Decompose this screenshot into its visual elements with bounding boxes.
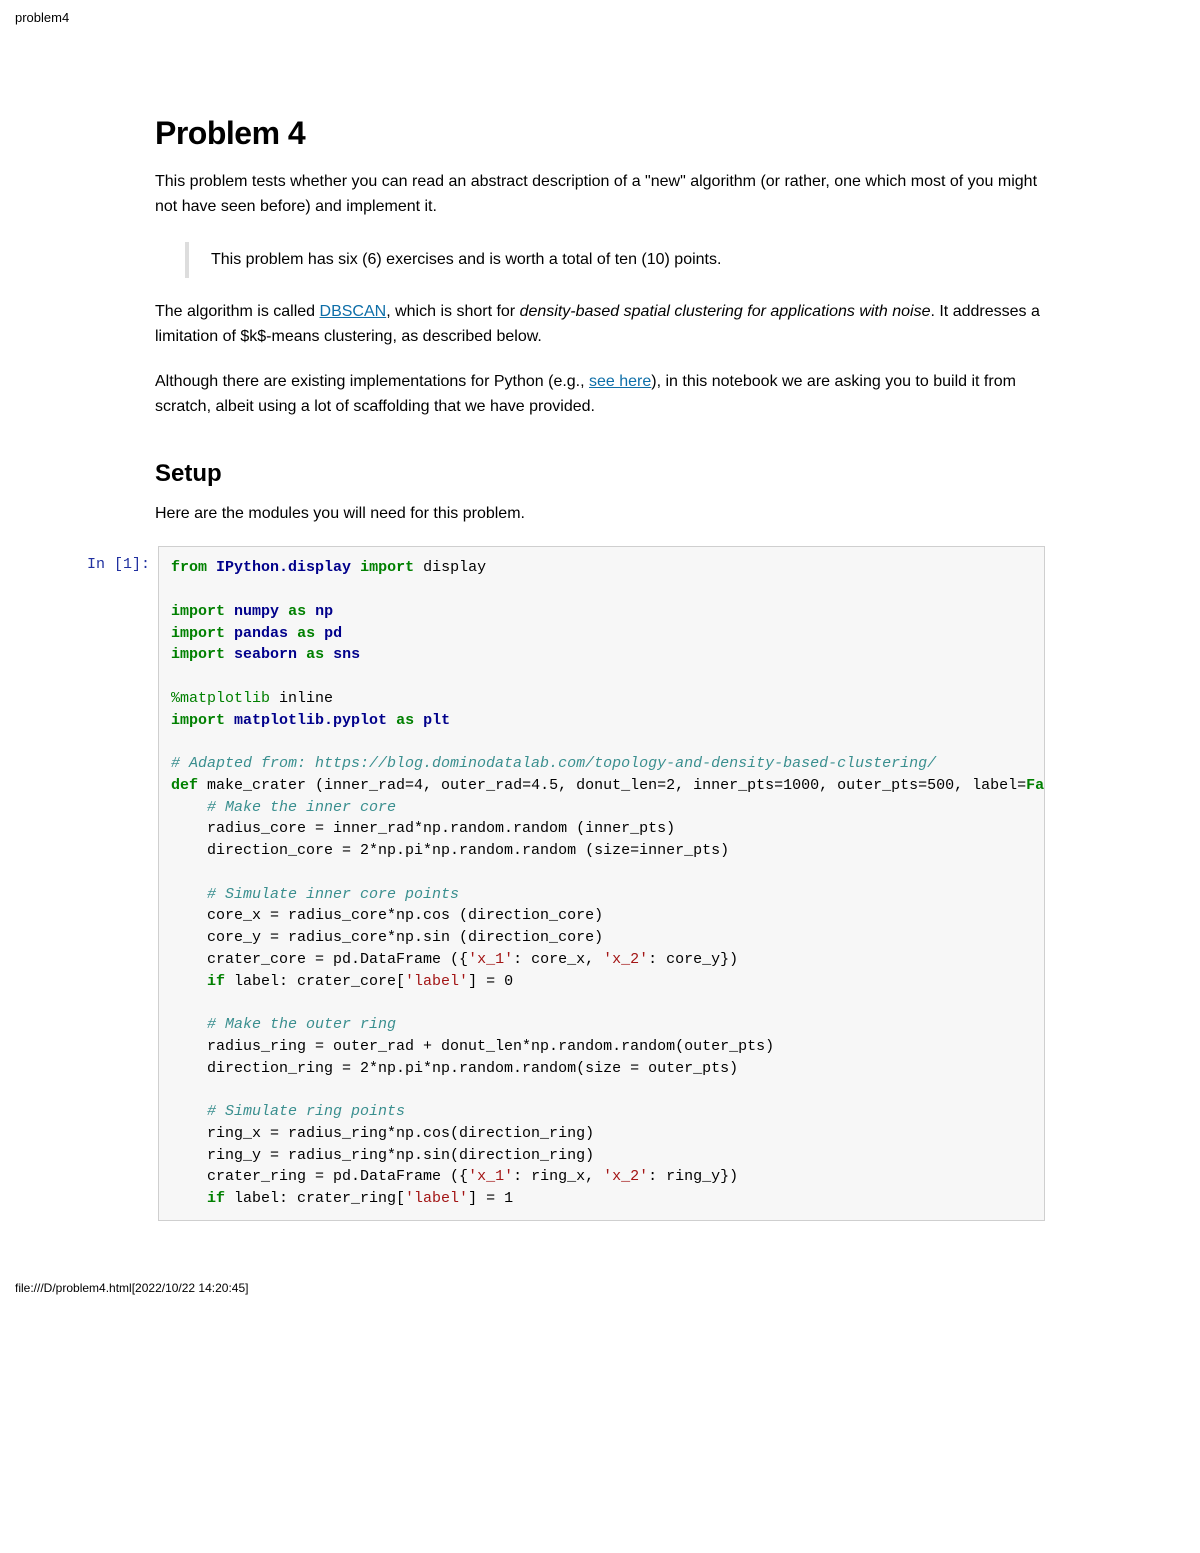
str-x2-b: 'x_2' [603, 1168, 648, 1185]
mod-numpy: numpy [234, 603, 279, 620]
alias-pd: pd [324, 625, 342, 642]
if-ring-b: ] = 1 [468, 1190, 513, 1207]
algo-mid: , which is short for [386, 303, 519, 320]
page-title-small: problem4 [15, 10, 69, 25]
implementation-paragraph: Although there are existing implementati… [155, 370, 1045, 420]
intro-paragraph: This problem tests whether you can read … [155, 170, 1045, 220]
algorithm-paragraph: The algorithm is called DBSCAN, which is… [155, 300, 1045, 350]
if-ring-a: label: crater_ring[ [225, 1190, 405, 1207]
line-radius-ring: radius_ring = outer_rad + donut_len*np.r… [171, 1038, 774, 1055]
page-header: problem4 [0, 0, 1200, 35]
alias-plt: plt [423, 712, 450, 729]
kw-if-1: if [171, 973, 225, 990]
line-core-y: core_y = radius_core*np.sin (direction_c… [171, 929, 603, 946]
kw-as-plt: as [396, 712, 414, 729]
line-crater-core-b: : core_x, [513, 951, 603, 968]
alias-np: np [315, 603, 333, 620]
algo-pre: The algorithm is called [155, 303, 320, 320]
line-ring-y: ring_y = radius_ring*np.sin(direction_ri… [171, 1147, 594, 1164]
main-content: Problem 4 This problem tests whether you… [155, 35, 1045, 1221]
line-ring-x: ring_x = radius_ring*np.cos(direction_ri… [171, 1125, 594, 1142]
kw-import-plt: import [171, 712, 225, 729]
heading-setup: Setup [155, 460, 1045, 488]
code-block[interactable]: from IPython.display import display impo… [158, 546, 1045, 1221]
name-display: display [423, 559, 486, 576]
str-x1-b: 'x_1' [468, 1168, 513, 1185]
str-x1-a: 'x_1' [468, 951, 513, 968]
callout-text: This problem has six (6) exercises and i… [211, 251, 721, 268]
line-radius-core: radius_core = inner_rad*np.random.random… [171, 820, 675, 837]
setup-paragraph: Here are the modules you will need for t… [155, 502, 1045, 527]
cell-prompt: In [1]: [60, 546, 158, 573]
comment-outer-ring: # Make the outer ring [171, 1016, 396, 1033]
kw-import-np: import [171, 603, 225, 620]
str-x2-a: 'x_2' [603, 951, 648, 968]
kw-import-sns: import [171, 646, 225, 663]
kw-as-sns: as [306, 646, 324, 663]
magic-arg: inline [270, 690, 333, 707]
comment-inner-core: # Make the inner core [171, 799, 396, 816]
comment-sim-ring: # Simulate ring points [171, 1103, 405, 1120]
line-crater-ring-a: crater_ring = pd.DataFrame ({ [171, 1168, 468, 1185]
line-direction-core: direction_core = 2*np.pi*np.random.rando… [171, 842, 729, 859]
callout-points: This problem has six (6) exercises and i… [185, 242, 1045, 279]
mod-seaborn: seaborn [234, 646, 297, 663]
line-crater-core-c: : core_y}) [648, 951, 738, 968]
line-crater-ring-c: : ring_y}) [648, 1168, 738, 1185]
page-footer: file:///D/problem4.html[2022/10/22 14:20… [0, 1281, 1200, 1315]
alias-sns: sns [333, 646, 360, 663]
line-core-x: core_x = radius_core*np.cos (direction_c… [171, 907, 603, 924]
kw-as-np: as [288, 603, 306, 620]
if-core-a: label: crater_core[ [225, 973, 405, 990]
mod-ipython: IPython.display [216, 559, 351, 576]
impl-pre: Although there are existing implementati… [155, 373, 589, 390]
kw-def: def [171, 777, 198, 794]
see-here-link[interactable]: see here [589, 373, 651, 390]
mod-pyplot: matplotlib.pyplot [234, 712, 387, 729]
def-sig-a: make_crater (inner_rad=4, outer_rad=4.5,… [198, 777, 1026, 794]
heading-problem: Problem 4 [155, 115, 1045, 152]
comment-adapted: # Adapted from: https://blog.dominodatal… [171, 755, 936, 772]
line-crater-ring-b: : ring_x, [513, 1168, 603, 1185]
kw-false: False [1026, 777, 1045, 794]
line-crater-core-a: crater_core = pd.DataFrame ({ [171, 951, 468, 968]
comment-sim-inner: # Simulate inner core points [171, 886, 459, 903]
line-direction-ring: direction_ring = 2*np.pi*np.random.rando… [171, 1060, 738, 1077]
kw-from: from [171, 559, 207, 576]
kw-import: import [360, 559, 414, 576]
kw-if-2: if [171, 1190, 225, 1207]
algo-em: density-based spatial clustering for app… [520, 303, 931, 320]
if-core-b: ] = 0 [468, 973, 513, 990]
kw-as-pd: as [297, 625, 315, 642]
kw-import-pd: import [171, 625, 225, 642]
str-label-2: 'label' [405, 1190, 468, 1207]
code-cell: In [1]: from IPython.display import disp… [60, 546, 1045, 1221]
dbscan-link[interactable]: DBSCAN [320, 303, 387, 320]
str-label-1: 'label' [405, 973, 468, 990]
magic-matplotlib: %matplotlib [171, 690, 270, 707]
mod-pandas: pandas [234, 625, 288, 642]
footer-text: file:///D/problem4.html[2022/10/22 14:20… [15, 1281, 248, 1295]
